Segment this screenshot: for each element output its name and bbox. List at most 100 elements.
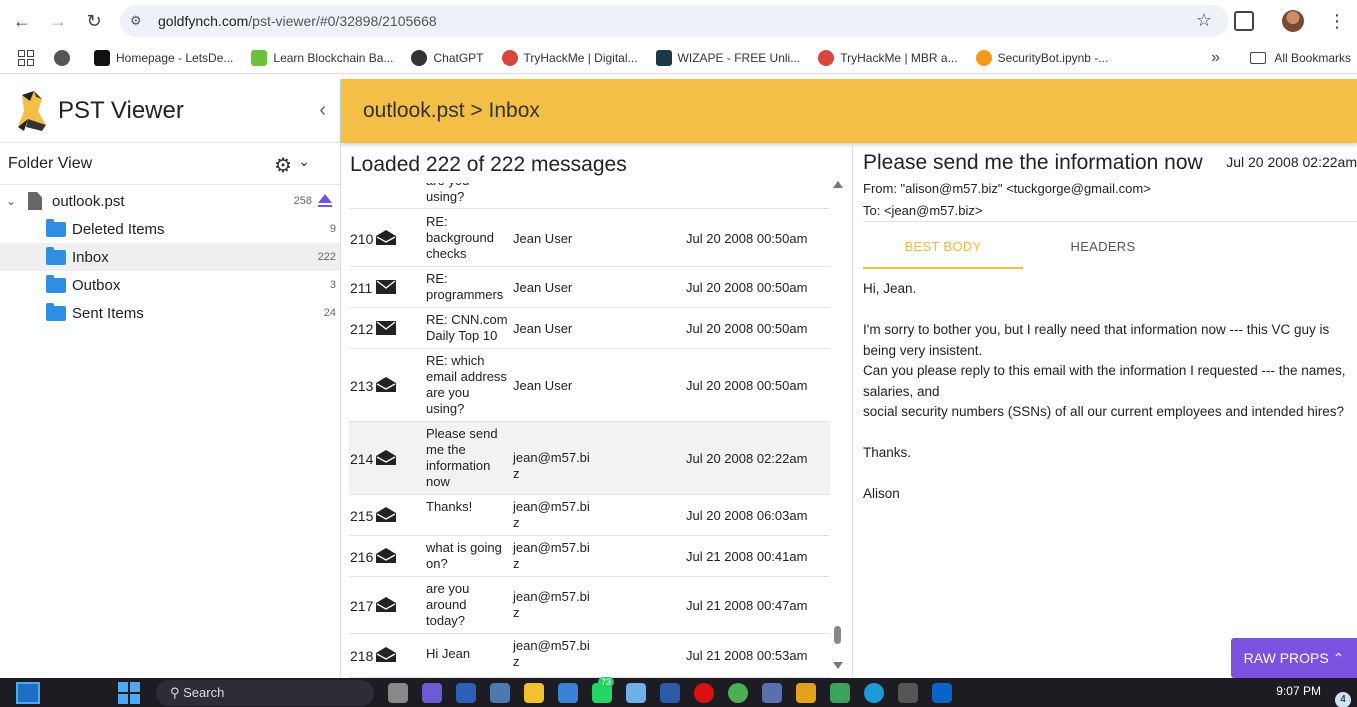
folder-label: Inbox [72, 248, 109, 266]
tab-headers[interactable]: HEADERS [1023, 225, 1183, 269]
brand-title: PST Viewer [58, 96, 184, 124]
folder-count: 222 [317, 251, 336, 263]
pst-viewer-app: PST Viewer ‹ Folder View ⚙ ⌄ ⌄ outlook.p… [0, 79, 1357, 678]
bookmark-1-label: Learn Blockchain Ba... [273, 50, 394, 65]
message-number: 213 [350, 377, 374, 394]
gear-icon[interactable]: ⚙ [274, 153, 292, 178]
teams-icon[interactable] [422, 682, 442, 703]
more-bookmarks-icon[interactable]: » [1211, 49, 1220, 67]
file-explorer-icon[interactable] [524, 682, 544, 703]
folder-view-header: Folder View ⚙ ⌄ [0, 143, 340, 185]
message-number: 210 [350, 230, 374, 247]
camera-icon[interactable] [898, 682, 918, 703]
bookmark-2-label: ChatGPT [433, 50, 484, 65]
bookmark-0-label: Homepage - LetsDe... [116, 50, 234, 65]
message-subject: are you using? [426, 183, 469, 204]
chevron-down-icon[interactable]: ⌄ [6, 194, 18, 208]
tree-folder-outbox[interactable]: Outbox 3 [0, 271, 340, 299]
all-bookmarks[interactable]: All Bookmarks [1250, 51, 1351, 65]
message-row[interactable]: 210 RE: background checks Jean User Jul 20 … [349, 210, 830, 267]
message-row[interactable]: 214 Please send me the information now jea… [349, 422, 830, 495]
message-row[interactable]: 212 RE: CNN.com Daily Top 10 Jean User Jul … [349, 308, 830, 349]
tree-folder-deleted-items[interactable]: Deleted Items 9 [0, 215, 340, 243]
scroll-up-icon[interactable] [833, 181, 843, 188]
bookmark-globe[interactable] [54, 49, 76, 66]
message-row[interactable]: 215 Thanks! jean@m57.biz Jul 20 2008 06:03a… [349, 495, 830, 536]
envelope-open-icon [376, 647, 396, 662]
clock[interactable]: 9:07 PM [1276, 684, 1321, 698]
message-row[interactable]: 211 RE: programmers Jean User Jul 20 2008 0… [349, 267, 830, 308]
whatsapp-icon[interactable]: 73 [592, 676, 615, 703]
bookmark-2[interactable]: ChatGPT [411, 49, 484, 66]
site-info-icon[interactable]: ⚙ [130, 13, 154, 29]
word-icon[interactable] [456, 682, 476, 703]
message-subject: RE: background checks [426, 214, 494, 261]
collapse-sidebar-icon[interactable]: ‹ [319, 99, 326, 122]
notification-badge[interactable]: 4 [1335, 692, 1351, 707]
browser-toolbar: ← → ↻ ⚙ goldfynch.com/pst-viewer/#0/3289… [0, 0, 1357, 42]
message-number: 215 [350, 507, 374, 524]
app-icon[interactable] [490, 682, 510, 703]
notepad-icon[interactable] [626, 682, 646, 703]
message-number: 218 [350, 648, 374, 664]
extensions-icon[interactable] [1234, 11, 1254, 31]
bookmark-6[interactable]: SecurityBot.ipynb -... [975, 49, 1108, 66]
store-icon[interactable] [558, 682, 578, 703]
windows-start-icon[interactable] [118, 681, 140, 704]
message-from: jean@m57.biz [513, 589, 590, 620]
chevron-down-icon[interactable]: ⌄ [298, 153, 310, 170]
message-body: Hi, Jean. I'm sorry to bother you, but I… [863, 281, 1346, 501]
search-icon: ⚲ [170, 684, 184, 700]
bookmark-4[interactable]: WIZAPE - FREE Unli... [655, 49, 800, 66]
address-bar[interactable]: ⚙ goldfynch.com/pst-viewer/#0/32898/2105… [120, 5, 1228, 37]
taskbar-search[interactable]: ⚲ Search [156, 679, 374, 706]
message-row[interactable]: 216 what is going on? jean@m57.biz Jul 21 2… [349, 536, 830, 577]
eject-icon[interactable] [318, 194, 332, 207]
tree-root-outlook-pst[interactable]: ⌄ outlook.pst 258 [0, 187, 340, 215]
app-icon[interactable] [830, 682, 850, 703]
bookmark-5[interactable]: TryHackMe | MBR a... [818, 49, 958, 66]
bookmark-3-label: TryHackMe | Digital... [523, 50, 638, 65]
apps-icon[interactable] [18, 49, 34, 66]
envelope-icon [376, 320, 396, 335]
message-row[interactable]: 213 RE: which email address are you using… [349, 349, 830, 422]
edge-icon[interactable] [864, 682, 884, 703]
bookmark-3[interactable]: TryHackMe | Digital... [501, 49, 638, 66]
folder-label: Outbox [72, 276, 121, 294]
reload-icon[interactable]: ↻ [76, 3, 112, 39]
message-row-partial[interactable]: are you using? [349, 183, 830, 209]
url-host: goldfynch.com [158, 13, 249, 29]
slack-icon[interactable] [796, 682, 816, 703]
profile-avatar[interactable] [1282, 10, 1304, 32]
globe-icon [54, 49, 70, 66]
chrome-icon[interactable] [728, 682, 748, 703]
browser-menu-icon[interactable]: ⋮ [1328, 11, 1346, 32]
message-from: Jean User [513, 279, 573, 295]
record-icon[interactable] [694, 682, 714, 703]
widgets-icon[interactable] [16, 682, 40, 704]
tree-folder-sent-items[interactable]: Sent Items 24 [0, 299, 340, 327]
scrollbar[interactable] [832, 181, 844, 669]
bookmark-star-icon[interactable]: ☆ [1196, 10, 1212, 31]
app-icon[interactable] [762, 682, 782, 703]
tree-root-label: outlook.pst [52, 192, 125, 210]
message-subject: RE: programmers [426, 271, 504, 302]
message-list: are you using? 210 RE: background checks J… [349, 183, 830, 678]
scroll-down-icon[interactable] [833, 662, 843, 669]
raw-props-button[interactable]: RAW PROPS ⌃ [1231, 638, 1357, 678]
outlook-icon[interactable] [932, 682, 952, 703]
tab-best-body[interactable]: BEST BODY [863, 225, 1023, 269]
message-date: Jul 21 2008 00:47am [686, 597, 808, 613]
forward-icon[interactable]: → [40, 3, 76, 39]
bookmark-0[interactable]: Homepage - LetsDe... [94, 49, 234, 66]
back-icon[interactable]: ← [4, 3, 40, 39]
powershell-icon[interactable] [660, 682, 680, 703]
bookmark-1[interactable]: Learn Blockchain Ba... [251, 49, 394, 66]
url-text[interactable]: goldfynch.com/pst-viewer/#0/32898/210566… [158, 13, 437, 29]
task-view-icon[interactable] [388, 682, 408, 703]
message-list-title: Loaded 222 of 222 messages [350, 153, 627, 176]
message-row[interactable]: 217 are you around today? jean@m57.biz Jul … [349, 577, 830, 634]
tree-folder-inbox[interactable]: Inbox 222 [0, 243, 340, 271]
message-row[interactable]: 218 Hi Jean jean@m57.biz Jul 21 2008 00:53a… [349, 634, 830, 678]
scrollbar-thumb[interactable] [834, 626, 841, 644]
